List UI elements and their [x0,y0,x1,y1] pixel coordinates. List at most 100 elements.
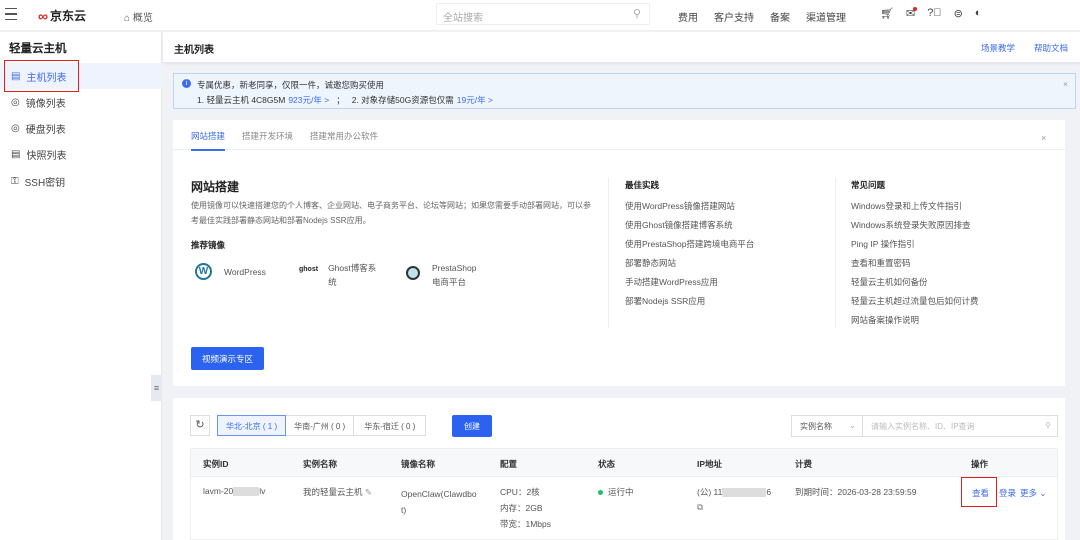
best-practice-link[interactable]: 部署Nodejs SSR应用 [625,295,705,307]
filter-value: 实例名称 [800,422,832,431]
sidebar-item-ssh-keys[interactable]: ⚿ SSH密钥 [0,168,162,194]
region-suqian[interactable]: 华东-宿迁 ( 0 ) [354,415,427,436]
promo-banner: i 专属优惠，新老同享，仅限一件，诚邀您购买使用 1. 轻量云主机 4C8G5M… [173,73,1076,109]
config-bandwidth: 带宽：1Mbps [500,519,552,529]
instance-id[interactable]: lavm-20 lv [203,486,266,497]
redacted-blur [233,487,260,497]
instance-name: 我的轻量云主机 ✎ [303,486,372,498]
image-ghost[interactable]: ghost Ghost博客系统 [299,261,384,289]
help-icon[interactable]: ?⃝ [927,7,941,20]
sidebar-item-label: 镜像列表 [25,98,66,110]
copy-icon[interactable]: ⧉ [697,502,703,513]
home-icon: ⌂ [124,13,133,24]
overview-label: 概览 [132,13,153,24]
column-header: 配置 [500,459,518,469]
view-button[interactable]: 查看 [972,487,989,499]
close-icon[interactable]: × [1041,133,1046,143]
overview-link[interactable]: ⌂ 概览 [124,9,153,24]
nav-filing[interactable]: 备案 [770,9,790,24]
search-placeholder: 全站搜索 [443,13,483,24]
instance-name-text: 我的轻量云主机 [303,487,363,497]
best-practice-link[interactable]: 使用Ghost镜像搭建博客系统 [625,219,733,231]
image-wordpress[interactable]: W WordPress [195,263,266,280]
filter-select[interactable]: 实例名称 ⌄ [791,415,863,437]
billing-expiry: 到期时间：2026-03-28 23:59:59 [795,487,917,497]
best-practice-link[interactable]: 使用PrestaShop搭建跨境电商平台 [625,238,754,250]
best-practice-link[interactable]: 使用WordPress镜像搭建网站 [625,200,735,212]
column-header: 镜像名称 [401,459,436,469]
video-demo-button[interactable]: 视频演示专区 [191,347,264,370]
instance-id-suffix: lv [259,486,266,496]
sidebar-title: 轻量云主机 [9,43,67,55]
login-button[interactable]: 登录 [999,487,1016,499]
image-icon: ◎ [11,96,20,108]
faq-link[interactable]: 网站备案操作说明 [851,314,919,326]
best-practice-link[interactable]: 手动搭建WordPress应用 [625,276,718,288]
tab-website[interactable]: 网站搭建 [191,130,226,151]
instance-id-prefix: lavm-20 [203,486,234,496]
region-guangzhou[interactable]: 华南-广州 ( 0 ) [286,415,355,436]
promo-2-link[interactable]: 19元/年 > [457,94,493,106]
ip-suffix: 6 [766,487,772,497]
refresh-button[interactable]: ↻ [190,415,210,436]
key-icon: ⚿ [11,175,19,187]
scenario-tutorial-link[interactable]: 场景教学 [981,42,1015,54]
nav-support[interactable]: 客户支持 [714,9,754,24]
logo-icon: ∞ [38,7,48,24]
create-button[interactable]: 创建 [452,415,492,437]
sidebar-item-label: 快照列表 [26,150,67,162]
region-beijing[interactable]: 华北-北京 ( 1 ) [217,415,287,436]
mail-icon[interactable]: ✉ [906,7,918,20]
tab-dev-env[interactable]: 搭建开发环境 [242,130,293,142]
faq-link[interactable]: 查看和重置密码 [851,257,911,269]
image-name: OpenClaw(Clawdbot) [401,489,477,515]
menu-icon[interactable] [5,8,17,20]
status: 运行中 [598,486,634,498]
more-button[interactable]: 更多 ⌄ [1020,487,1047,499]
close-icon[interactable]: × [1063,79,1068,89]
guide-card: 网站搭建 搭建开发环境 搭建常用办公软件 × 网站搭建 使用镜像可以快速搭建您的… [173,120,1065,386]
column-header: 实例ID [203,459,229,469]
sidebar-item-snapshot-list[interactable]: ▤ 快照列表 [0,141,162,167]
config-cpu: CPU：2核 [500,487,540,497]
faq-link[interactable]: Windows系统登录失败原因排查 [851,219,970,231]
search-icon[interactable]: ⚲ [633,7,641,20]
best-practice-link[interactable]: 部署静态网站 [625,257,676,269]
promo-1-link[interactable]: 923元/年 > [288,94,329,106]
tab-office[interactable]: 搭建常用办公软件 [310,130,378,142]
help-docs-link[interactable]: 帮助文档 [1034,42,1068,54]
page-header: 主机列表 场景教学 帮助文档 [163,32,1080,62]
ip-prefix: (公) 11 [697,487,723,497]
faq-link[interactable]: Windows登录和上传文件指引 [851,200,962,212]
ip-address: (公) 11 6 [697,486,771,498]
info-icon: i [182,79,191,88]
message-icon[interactable]: ⊜ [954,7,963,20]
redacted-blur [722,488,767,498]
instance-search-input[interactable]: 请输入实例名称、ID、IP查询 ⚲ [862,415,1058,437]
faq-link[interactable]: Ping IP 操作指引 [851,238,915,250]
nav-channel[interactable]: 渠道管理 [806,9,846,24]
faq-link[interactable]: 轻量云主机如何备份 [851,276,928,288]
banner-line1: 专属优惠，新老同享，仅限一件，诚邀您购买使用 [197,80,385,90]
sidebar-item-disk-list[interactable]: ◎ 硬盘列表 [0,115,162,141]
faq-link[interactable]: 轻量云主机超过流量包后如何计费 [851,295,979,307]
cart-icon[interactable]: 🛒︎ [880,7,894,20]
column-header: 状态 [598,459,616,469]
best-practice-title: 最佳实践 [625,180,660,190]
column-header: 实例名称 [303,459,338,469]
promo-2-text: 2. 对象存储50G资源包仅需 [351,95,454,105]
prestashop-icon [406,266,420,280]
global-search[interactable]: 全站搜索 ⚲ [436,3,650,25]
promo-1-text: 1. 轻量云主机 4C8G5M [197,95,286,105]
sidebar-item-label: 硬盘列表 [25,124,66,136]
image-label: Ghost博客系统 [328,263,377,287]
sidebar-item-image-list[interactable]: ◎ 镜像列表 [0,89,162,115]
brand-logo[interactable]: ∞ 京东云 [38,7,86,24]
search-icon[interactable]: ⚲ [1045,421,1051,430]
sidebar-collapse-handle[interactable]: ≡ [151,375,162,401]
highlight-box [4,60,79,92]
theme-icon[interactable]: ◐ [975,7,982,20]
nav-fees[interactable]: 费用 [678,9,698,24]
edit-icon[interactable]: ✎ [365,487,372,497]
image-prestashop[interactable]: PrestaShop电商平台 [406,261,482,289]
